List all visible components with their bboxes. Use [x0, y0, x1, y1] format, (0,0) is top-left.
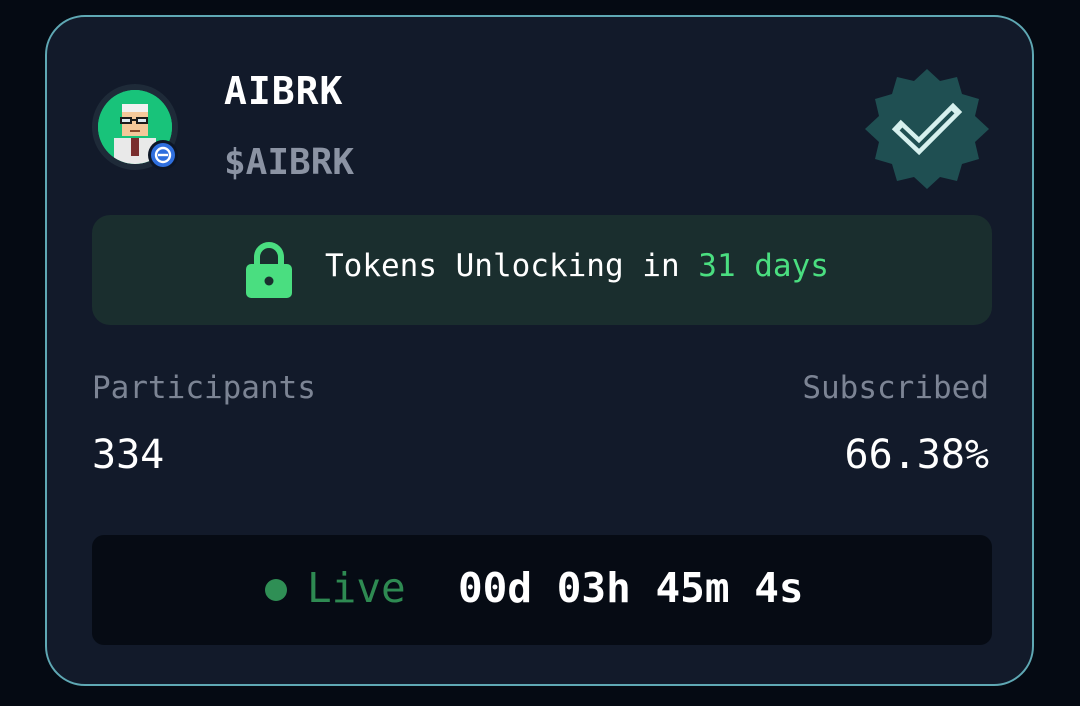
live-label: Live	[307, 564, 406, 612]
subscribed-label: Subscribed	[802, 370, 989, 406]
chain-badge-icon	[148, 140, 178, 170]
token-symbol: $AIBRK	[224, 142, 355, 183]
token-sale-card[interactable]: AIBRK $AIBRK Tokens Unlocking in 31 days…	[45, 15, 1034, 686]
live-status-bar: Live 00d 03h 45m 4s	[92, 535, 992, 645]
unlock-banner: Tokens Unlocking in 31 days	[92, 215, 992, 325]
unlock-days: 31 days	[698, 248, 829, 284]
unlock-prefix: Tokens Unlocking in	[325, 248, 680, 284]
token-avatar	[92, 84, 178, 170]
token-name: AIBRK	[224, 69, 344, 113]
lock-icon	[244, 240, 294, 300]
subscribed-value: 66.38%	[844, 432, 990, 478]
verified-badge-icon	[865, 69, 989, 189]
live-dot-icon	[265, 579, 287, 601]
countdown-timer: 00d 03h 45m 4s	[458, 564, 804, 612]
participants-label: Participants	[92, 370, 316, 406]
participants-value: 334	[92, 432, 165, 478]
unlock-text: Tokens Unlocking in 31 days	[325, 248, 829, 284]
